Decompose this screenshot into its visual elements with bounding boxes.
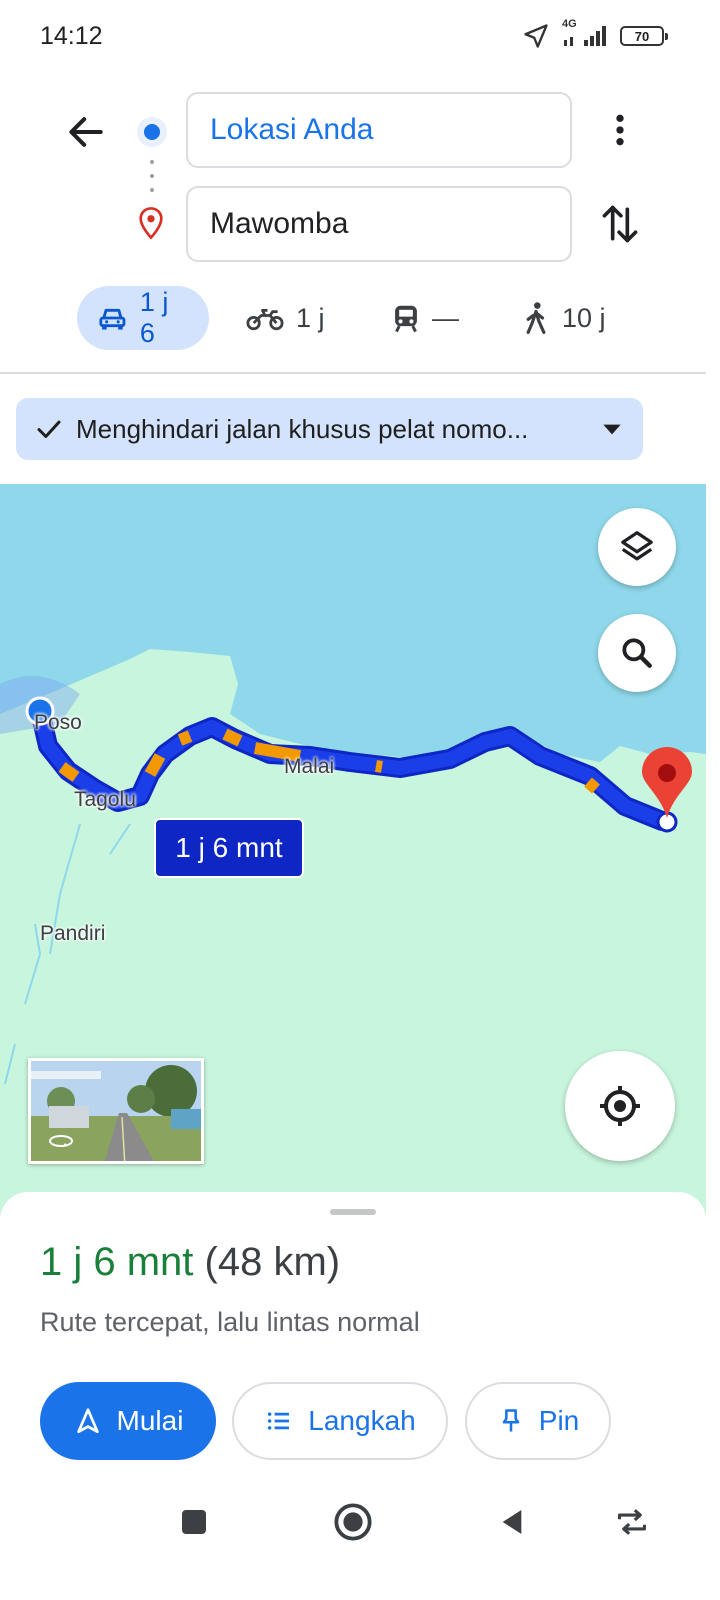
back-nav-button[interactable] bbox=[482, 1492, 542, 1552]
pin-button-label: Pin bbox=[538, 1405, 580, 1436]
dropdown-arrow-icon bbox=[603, 424, 621, 435]
layers-icon bbox=[621, 531, 653, 561]
pin-icon bbox=[502, 1409, 520, 1432]
travel-modes: 1 j 6 1 j — 10 j bbox=[0, 286, 720, 350]
swap-vert-icon bbox=[602, 205, 638, 243]
start-button-label: Mulai bbox=[116, 1405, 184, 1436]
more-vert-icon bbox=[616, 114, 624, 146]
switch-app-button[interactable] bbox=[602, 1492, 662, 1552]
navigation-icon bbox=[76, 1408, 99, 1433]
steps-button-label: Langkah bbox=[308, 1405, 416, 1436]
map-label-poso: Poso bbox=[34, 711, 82, 734]
traffic-segment bbox=[177, 730, 193, 746]
map-view[interactable]: Poso Tagolu Malai Pandiri 1 j 6 mnt bbox=[0, 484, 706, 1244]
recents-button[interactable] bbox=[164, 1492, 224, 1552]
origin-dot-icon bbox=[137, 117, 167, 147]
map-label-malai: Malai bbox=[284, 755, 335, 778]
route-distance: (48 km) bbox=[204, 1240, 341, 1284]
traffic-segment bbox=[222, 728, 243, 747]
status-icons: 4G 70 bbox=[522, 18, 668, 50]
steps-button[interactable]: Langkah bbox=[232, 1382, 448, 1460]
origin-input[interactable]: Lokasi Anda bbox=[186, 92, 572, 168]
destination-input[interactable]: Mawomba bbox=[186, 186, 572, 262]
car-icon bbox=[99, 308, 126, 330]
route-description: Rute tercepat, lalu lintas normal bbox=[40, 1307, 420, 1337]
mode-motorcycle-time: 1 j bbox=[296, 302, 325, 333]
route-duration: 1 j 6 mnt bbox=[40, 1240, 194, 1284]
mode-car-time: 1 j 6 bbox=[139, 287, 169, 348]
route-option-chip[interactable]: Menghindari jalan khusus pelat nomo... bbox=[16, 398, 643, 460]
back-arrow-icon bbox=[69, 117, 103, 147]
swap-locations-button[interactable] bbox=[598, 200, 642, 248]
map-label-pandiri: Pandiri bbox=[40, 922, 106, 945]
walk-icon bbox=[526, 302, 546, 334]
route-duration-badge[interactable]: 1 j 6 mnt bbox=[154, 818, 304, 878]
layers-button[interactable] bbox=[598, 508, 676, 586]
home-circle-icon bbox=[334, 1503, 372, 1541]
pin-button[interactable]: Pin bbox=[465, 1382, 611, 1460]
search-along-route-button[interactable] bbox=[598, 614, 676, 692]
my-location-icon bbox=[600, 1086, 640, 1126]
mode-car[interactable]: 1 j 6 bbox=[77, 286, 209, 350]
mode-transit[interactable]: — bbox=[392, 286, 459, 350]
traffic-segment bbox=[584, 777, 600, 794]
back-button[interactable] bbox=[64, 110, 108, 154]
route-option-label: Menghindari jalan khusus pelat nomo... bbox=[76, 413, 529, 444]
switch-icon bbox=[618, 1509, 646, 1535]
connector-dots bbox=[150, 160, 154, 192]
status-time: 14:12 bbox=[40, 22, 103, 50]
mode-walk[interactable]: 10 j bbox=[522, 286, 606, 350]
street-view-thumbnail[interactable] bbox=[28, 1058, 204, 1164]
map-label-tagolu: Tagolu bbox=[74, 788, 136, 811]
traffic-segment bbox=[375, 760, 383, 773]
mode-motorcycle[interactable]: 1 j bbox=[246, 286, 325, 350]
destination-pin-icon bbox=[136, 206, 166, 240]
battery-indicator: 70 bbox=[620, 26, 668, 46]
location-arrow-icon bbox=[524, 24, 548, 48]
traffic-segment bbox=[58, 762, 80, 782]
status-bar: 14:12 4G 70 bbox=[0, 0, 720, 78]
more-options-button[interactable] bbox=[600, 108, 640, 152]
divider bbox=[0, 372, 706, 374]
train-icon bbox=[395, 305, 417, 333]
search-icon bbox=[622, 638, 652, 668]
motorcycle-icon bbox=[246, 309, 284, 331]
start-button[interactable]: Mulai bbox=[40, 1382, 216, 1460]
360-icon bbox=[49, 1135, 73, 1147]
mode-transit-time: — bbox=[432, 302, 459, 333]
signal-icon: 4G bbox=[562, 18, 608, 50]
square-icon bbox=[182, 1510, 206, 1534]
system-nav-bar bbox=[0, 1492, 720, 1600]
route-summary-sheet: 1 j 6 mnt (48 km) Rute tercepat, lalu li… bbox=[0, 1192, 706, 1492]
mode-walk-time: 10 j bbox=[562, 302, 606, 333]
back-triangle-icon bbox=[502, 1510, 522, 1534]
route-summary: 1 j 6 mnt (48 km) bbox=[40, 1240, 340, 1285]
sheet-drag-handle[interactable] bbox=[330, 1209, 376, 1215]
check-icon bbox=[37, 420, 61, 438]
my-location-button[interactable] bbox=[565, 1051, 675, 1161]
home-button[interactable] bbox=[323, 1492, 383, 1552]
list-icon bbox=[268, 1412, 290, 1430]
